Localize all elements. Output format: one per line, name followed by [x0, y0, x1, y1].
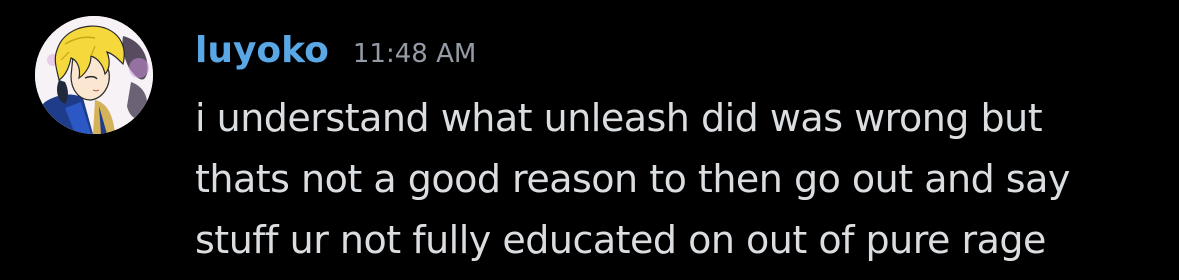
chat-message: luyoko 11:48 AM i understand what unleas…: [0, 0, 1179, 280]
message-line: i understand what unleash did was wrong …: [195, 96, 1043, 140]
message-line: stuff ur not fully educated on out of pu…: [195, 218, 1046, 262]
avatar[interactable]: [35, 16, 153, 134]
message-timestamp: 11:48 AM: [352, 39, 477, 69]
message-content: i understand what unleash did was wrong …: [195, 88, 1165, 271]
author-name[interactable]: luyoko: [195, 26, 329, 76]
message-header: luyoko 11:48 AM: [195, 26, 476, 76]
message-line: thats not a good reason to then go out a…: [195, 157, 1070, 201]
user-avatar-icon: [35, 16, 153, 134]
